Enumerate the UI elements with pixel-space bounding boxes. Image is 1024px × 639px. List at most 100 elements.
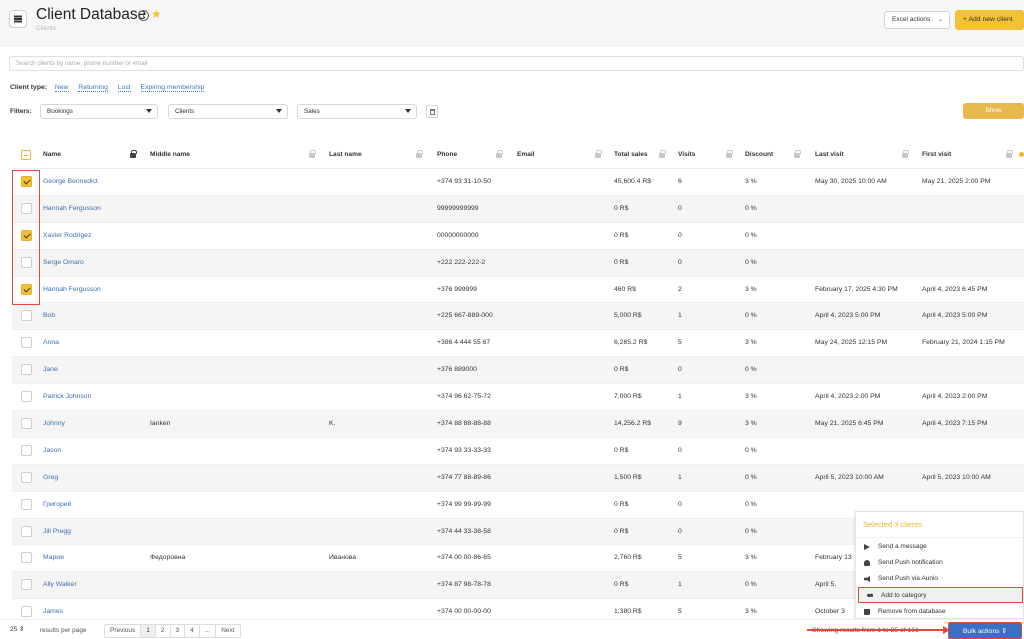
row-checkbox[interactable]: [21, 364, 32, 376]
row-checkbox[interactable]: [21, 444, 32, 456]
col-last-name[interactable]: Last name: [329, 151, 362, 158]
row-checkbox[interactable]: [21, 310, 32, 322]
col-discount[interactable]: Discount: [745, 151, 773, 158]
col-phone[interactable]: Phone: [437, 151, 457, 158]
cell-visits: 0: [678, 366, 682, 374]
column-settings-icon[interactable]: [1019, 152, 1024, 157]
table-row[interactable]: Bob +225 667-889-000 5,000 R$ 1 0 % April 4, …: [12, 303, 1024, 331]
bookings-select[interactable]: Bookings: [40, 104, 158, 119]
cell-discount: 0 %: [745, 312, 757, 320]
col-last-visit[interactable]: Last visit: [815, 151, 844, 158]
table-row[interactable]: Jane +376 889000 0 R$ 0 0 %: [12, 357, 1024, 385]
client-type-expiring[interactable]: Expiring membership: [140, 84, 205, 92]
table-row[interactable]: George Bennedict +374 93 31-10-50 45,600.4…: [12, 169, 1024, 196]
cell-name[interactable]: Jane: [43, 366, 58, 373]
cell-name[interactable]: George Bennedict: [43, 178, 98, 185]
row-checkbox[interactable]: [21, 606, 32, 618]
cell-name[interactable]: Jill Pregg: [43, 528, 71, 535]
row-checkbox[interactable]: [21, 418, 32, 430]
col-middle-name[interactable]: Middle name: [150, 151, 190, 158]
cell-first-visit: April 4, 2023 6:45 PM: [922, 285, 988, 293]
add-new-client-button[interactable]: + Add new client: [955, 10, 1024, 30]
col-total-sales[interactable]: Total sales: [614, 151, 648, 158]
cell-discount: 3 %: [745, 608, 757, 616]
remove-from-database-item[interactable]: Remove from database: [856, 604, 1024, 620]
cell-discount: 0 %: [745, 500, 757, 508]
cell-last-visit: May 30, 2025 10:00 AM: [815, 178, 887, 185]
cell-middle-name: Федоровна: [150, 554, 186, 562]
cell-visits: 5: [678, 554, 682, 562]
cell-total-sales: 0 R$: [614, 204, 629, 212]
row-checkbox[interactable]: [21, 498, 32, 510]
clear-filters-button[interactable]: [426, 105, 438, 118]
cell-discount: 0 %: [745, 581, 757, 589]
cell-name[interactable]: James: [43, 608, 63, 615]
cell-name[interactable]: Johnny: [43, 420, 65, 427]
star-icon[interactable]: ★: [151, 7, 162, 21]
sales-select[interactable]: Sales: [297, 104, 417, 119]
row-checkbox[interactable]: [21, 552, 32, 564]
table-row[interactable]: Hannah Fergusson 99999999999 0 R$ 0 0 %: [12, 195, 1024, 223]
cell-name[interactable]: Anna: [43, 339, 59, 346]
excel-actions-button[interactable]: Excel actions ⌄: [884, 11, 950, 29]
page-3[interactable]: 3: [171, 625, 186, 637]
page-previous[interactable]: Previous: [105, 625, 142, 637]
clients-select[interactable]: Clients: [168, 104, 288, 119]
col-name[interactable]: Name: [43, 151, 61, 158]
table-row[interactable]: Greg +374 77 88-89-86 1,500 R$ 1 0 % April 5,…: [12, 464, 1024, 492]
cell-name[interactable]: Григорий: [43, 501, 71, 508]
show-button[interactable]: Show: [963, 103, 1024, 119]
cell-name[interactable]: Xavier Rodrigez: [43, 232, 91, 239]
info-icon[interactable]: i: [138, 10, 149, 21]
caret-down-icon: [146, 109, 152, 113]
add-to-category-item[interactable]: Add to category: [858, 587, 1023, 603]
table-row[interactable]: Johnny Ianken K. +374 88 88-88-88 14,256.2 R…: [12, 411, 1024, 438]
cell-visits: 0: [678, 204, 682, 212]
search-input[interactable]: Search clients by name, phone number or …: [9, 56, 1024, 71]
cell-name[interactable]: Ally Walker: [43, 581, 77, 588]
client-type-label: Client type:: [10, 84, 48, 91]
row-checkbox[interactable]: [21, 525, 32, 537]
bulk-actions-button[interactable]: Bulk actions ⇕: [948, 622, 1022, 639]
page-2[interactable]: 2: [156, 625, 171, 637]
cell-name[interactable]: Greg: [43, 474, 58, 481]
client-type-lost[interactable]: Lost: [117, 84, 131, 92]
row-checkbox[interactable]: [21, 337, 32, 349]
row-checkbox[interactable]: [21, 391, 32, 403]
send-message-item[interactable]: Send a message: [856, 539, 1024, 555]
table-row[interactable]: Hannah Fergusson +376 999999 460 R$ 2 3 % Feb…: [12, 277, 1024, 304]
page-4[interactable]: 4: [185, 625, 200, 637]
table-row[interactable]: Jason +374 93 33-33-33 0 R$ 0 0 %: [12, 438, 1024, 465]
lock-icon: [130, 150, 137, 158]
cell-name[interactable]: Patrick Johnson: [43, 393, 91, 400]
col-visits[interactable]: Visits: [678, 151, 695, 158]
cell-phone: +374 93 31-10-50: [437, 178, 491, 185]
cell-name[interactable]: Jason: [43, 447, 61, 454]
client-type-new[interactable]: New: [54, 84, 69, 92]
page-1[interactable]: 1: [141, 625, 156, 637]
col-email[interactable]: Email: [517, 151, 535, 158]
cell-name[interactable]: Hannah Fergusson: [43, 205, 101, 212]
cell-name[interactable]: Мария: [43, 554, 64, 561]
select-all-checkbox[interactable]: [21, 150, 31, 160]
page-next[interactable]: Next: [216, 625, 239, 637]
table-row[interactable]: Serge Omaro +222 222-222-2 0 R$ 0 0 %: [12, 249, 1024, 277]
cell-phone: +374 99 99-99-99: [437, 500, 491, 508]
col-first-visit[interactable]: First visit: [922, 151, 951, 158]
menu-button[interactable]: [9, 10, 27, 28]
cell-total-sales: 0 R$: [614, 581, 629, 589]
cell-visits: 0: [678, 231, 682, 239]
row-checkbox[interactable]: [21, 579, 32, 591]
row-checkbox[interactable]: [21, 471, 32, 483]
table-row[interactable]: Xavier Rodrigez 00000000000 0 R$ 0 0 %: [12, 223, 1024, 250]
per-page-select[interactable]: 25 ⇕: [10, 625, 25, 633]
table-row[interactable]: Anna +386 4 444 55 67 6,265.2 R$ 5 3 % May 24…: [12, 330, 1024, 358]
cell-name[interactable]: Bob: [43, 312, 55, 319]
cell-name[interactable]: Hannah Fergusson: [43, 286, 101, 293]
send-push-aunio-item[interactable]: Send Push via Aunio: [856, 571, 1024, 587]
client-type-returning[interactable]: Returning: [78, 84, 108, 92]
selected-count: Selected 3 clients: [863, 520, 922, 529]
table-row[interactable]: Patrick Johnson +374 96 62-75-72 7,000 R$ 1…: [12, 384, 1024, 412]
cell-name[interactable]: Serge Omaro: [43, 259, 84, 266]
send-push-item[interactable]: Send Push notification: [856, 555, 1024, 571]
